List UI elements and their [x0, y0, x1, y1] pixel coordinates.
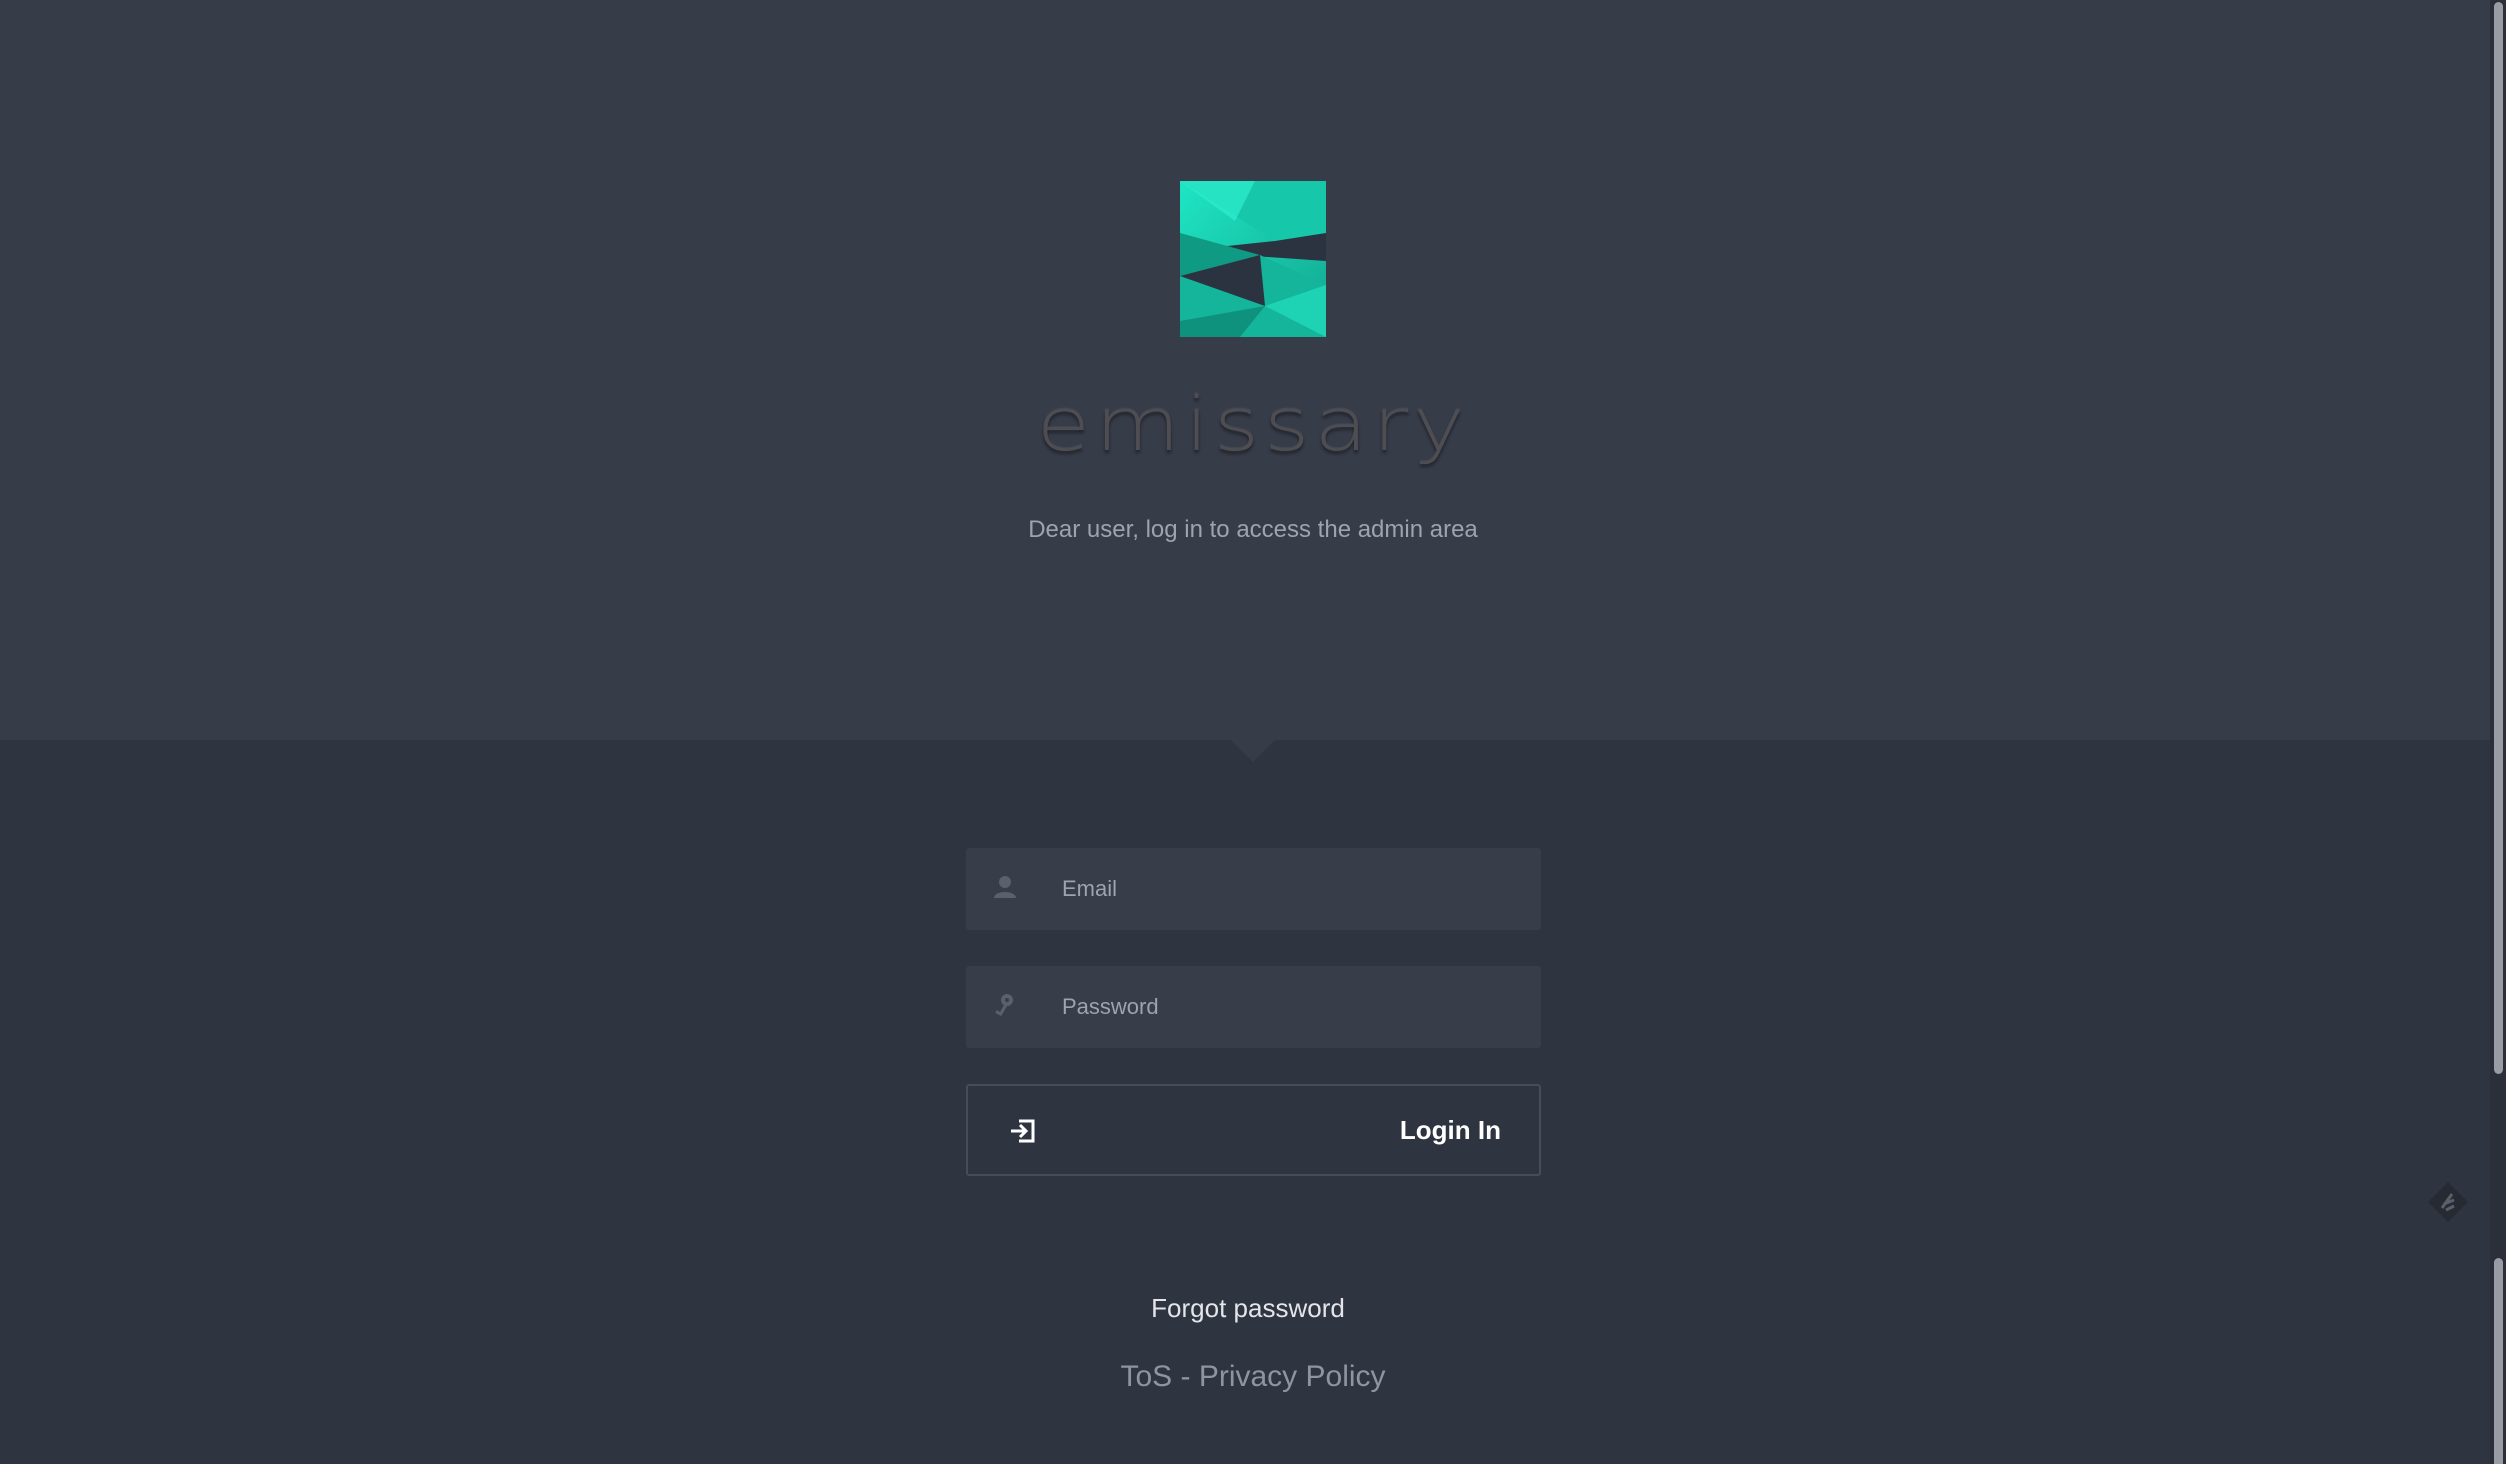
footer-separator: -: [1172, 1360, 1199, 1393]
login-button-label: Login In: [1399, 1115, 1501, 1145]
hero-notch: [1231, 740, 1275, 762]
footer-links: ToS - Privacy Policy: [0, 1360, 2506, 1394]
user-icon: [994, 876, 1016, 898]
page-scrollbar[interactable]: [2490, 0, 2506, 1464]
scrollbar-thumb-lower[interactable]: [2494, 1258, 2503, 1464]
feedback-widget-icon[interactable]: [2424, 1178, 2472, 1226]
tos-link[interactable]: ToS: [1120, 1360, 1172, 1393]
brand-name: emissary: [1036, 382, 1470, 468]
emissary-logo-icon: [1180, 181, 1326, 337]
email-input[interactable]: [1062, 848, 1522, 930]
password-field[interactable]: [966, 966, 1541, 1048]
privacy-policy-link[interactable]: Privacy Policy: [1199, 1360, 1386, 1393]
login-subtitle: Dear user, log in to access the admin ar…: [1028, 516, 1478, 543]
login-icon: [1011, 1119, 1035, 1143]
login-page: emissary Dear user, log in to access the…: [0, 0, 2506, 1464]
password-input[interactable]: [1062, 966, 1522, 1048]
key-icon: [995, 994, 1013, 1017]
forgot-password-link[interactable]: Forgot password: [0, 1293, 2496, 1324]
scrollbar-thumb[interactable]: [2494, 2, 2503, 1074]
login-button[interactable]: Login In: [966, 1084, 1541, 1176]
hero-section: emissary Dear user, log in to access the…: [0, 0, 2490, 740]
email-field[interactable]: [966, 848, 1541, 930]
